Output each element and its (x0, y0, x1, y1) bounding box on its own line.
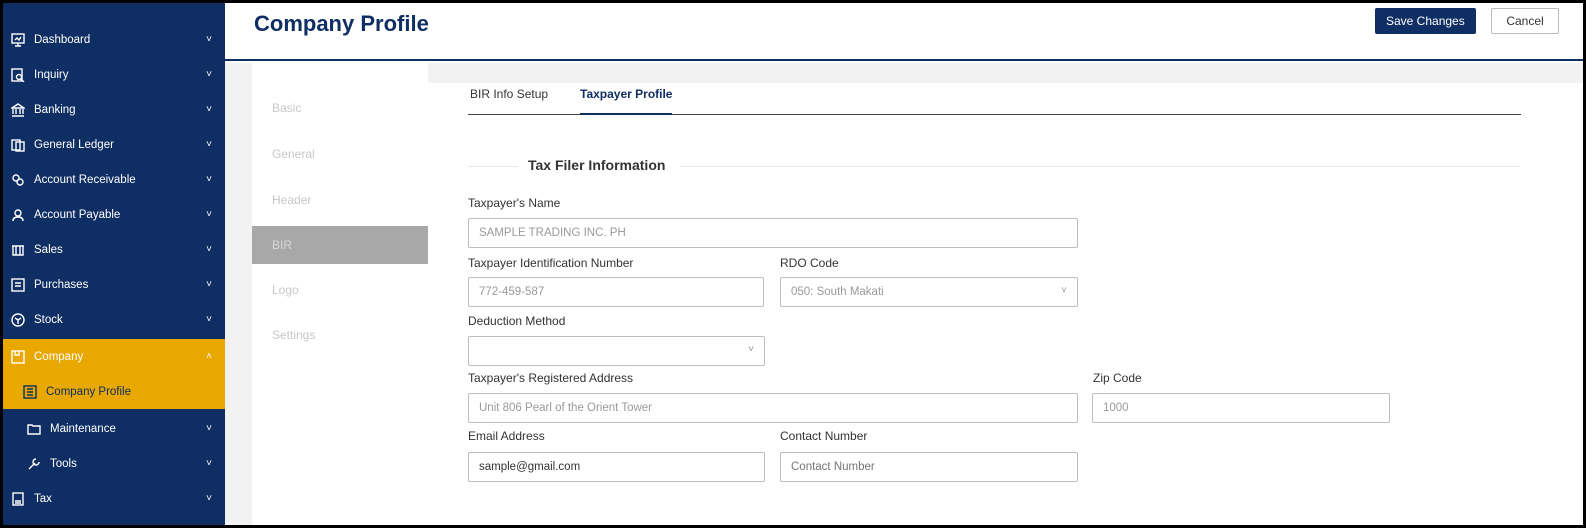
page-header: Company Profile Save Changes Cancel (225, 3, 1583, 61)
divider (468, 166, 518, 167)
chevron-up-icon: ˄ (206, 351, 212, 362)
rdo-code-label: RDO Code (780, 256, 839, 270)
sidebar-item-stock[interactable]: Stock ˅ (3, 302, 225, 337)
profile-icon (23, 384, 37, 399)
sidebar: Dashboard ˅ Inquiry ˅ Banking ˅ General … (3, 3, 225, 525)
registered-address-label: Taxpayer's Registered Address (468, 371, 634, 385)
folder-icon (27, 422, 41, 436)
chevron-down-icon: ˅ (206, 174, 212, 185)
section-item-logo[interactable]: Logo (252, 271, 428, 309)
inquiry-icon (11, 67, 25, 82)
sidebar-item-account-payable[interactable]: Account Payable ˅ (3, 197, 225, 232)
sidebar-item-tax[interactable]: Tax ˅ (3, 481, 225, 516)
contact-number-input[interactable] (780, 452, 1078, 482)
tab-bir-info-setup[interactable]: BIR Info Setup (470, 87, 548, 115)
chevron-down-icon: ˅ (206, 69, 212, 80)
rdo-code-select[interactable]: 050: South Makati ˅ (780, 277, 1078, 307)
section-item-basic[interactable]: Basic (252, 89, 428, 127)
sidebar-item-label: Tax (34, 492, 52, 505)
tab-bar: BIR Info Setup Taxpayer Profile (468, 83, 1521, 115)
sidebar-item-purchases[interactable]: Purchases ˅ (3, 267, 225, 302)
receivable-icon (11, 173, 25, 187)
dashboard-icon (11, 32, 25, 47)
chevron-down-icon: ˅ (206, 139, 212, 150)
app-window: Dashboard ˅ Inquiry ˅ Banking ˅ General … (3, 3, 1583, 525)
taxpayer-name-label: Taxpayer's Name (468, 196, 561, 210)
chevron-down-icon: ˅ (206, 423, 212, 434)
section-item-settings[interactable]: Settings (252, 316, 428, 354)
registered-address-input[interactable] (468, 393, 1078, 423)
cancel-button[interactable]: Cancel (1491, 8, 1559, 34)
section-item-bir[interactable]: BIR (252, 226, 428, 264)
email-input[interactable] (468, 452, 765, 482)
sidebar-item-label: Account Receivable (34, 173, 136, 186)
stock-icon (11, 312, 25, 327)
chevron-down-icon: ˅ (206, 493, 212, 504)
save-changes-button[interactable]: Save Changes (1375, 8, 1476, 34)
divider (680, 166, 1520, 167)
zip-code-input[interactable] (1092, 393, 1390, 423)
sidebar-item-dashboard[interactable]: Dashboard ˅ (3, 22, 225, 57)
sidebar-item-company-profile[interactable]: Company Profile (3, 374, 225, 409)
main-content: BIR Info Setup Taxpayer Profile Tax File… (428, 83, 1583, 525)
section-item-header[interactable]: Header (252, 181, 428, 219)
tin-input[interactable] (468, 277, 764, 307)
sidebar-item-label: Banking (34, 103, 76, 116)
company-icon (11, 349, 25, 364)
contact-number-label: Contact Number (780, 429, 868, 443)
sidebar-item-label: Inquiry (34, 68, 69, 81)
sales-icon (11, 243, 25, 257)
sidebar-item-tools[interactable]: Tools ˅ (3, 446, 225, 481)
section-title: Tax Filer Information (528, 157, 666, 173)
tax-icon (11, 491, 25, 506)
tab-taxpayer-profile[interactable]: Taxpayer Profile (580, 87, 673, 115)
payable-icon (11, 208, 25, 222)
sidebar-item-inquiry[interactable]: Inquiry ˅ (3, 57, 225, 92)
deduction-method-label: Deduction Method (468, 314, 566, 328)
sidebar-item-label: General Ledger (34, 138, 114, 151)
sidebar-item-label: Sales (34, 243, 63, 256)
page-title: Company Profile (254, 11, 429, 36)
chevron-down-icon: ˅ (206, 244, 212, 255)
purchases-icon (11, 277, 25, 292)
sidebar-item-label: Account Payable (34, 208, 121, 221)
sidebar-item-account-receivable[interactable]: Account Receivable ˅ (3, 162, 225, 197)
zip-code-label: Zip Code (1093, 371, 1142, 385)
chevron-down-icon: ˅ (206, 104, 212, 115)
sidebar-item-label: Maintenance (50, 422, 116, 435)
sidebar-item-label: Dashboard (34, 33, 91, 46)
chevron-down-icon: ˅ (748, 344, 754, 355)
sidebar-item-label: Company Profile (46, 385, 132, 398)
chevron-down-icon: ˅ (206, 209, 212, 220)
deduction-method-select[interactable]: ˅ (468, 336, 765, 366)
taxpayer-name-input[interactable] (468, 218, 1078, 248)
sidebar-item-label: Stock (34, 313, 63, 326)
chevron-down-icon: ˅ (206, 314, 212, 325)
bank-icon (11, 102, 25, 117)
tin-label: Taxpayer Identification Number (468, 256, 634, 270)
chevron-down-icon: ˅ (206, 458, 212, 469)
sidebar-item-banking[interactable]: Banking ˅ (3, 92, 225, 127)
chevron-down-icon: ˅ (206, 34, 212, 45)
sidebar-item-label: Company (34, 350, 84, 363)
sidebar-item-company[interactable]: Company ˄ (3, 339, 225, 374)
chevron-down-icon: ˅ (1061, 285, 1067, 296)
email-label: Email Address (468, 429, 545, 443)
wrench-icon (27, 457, 41, 471)
rdo-code-value: 050: South Makati (791, 286, 884, 298)
sidebar-item-general-ledger[interactable]: General Ledger ˅ (3, 127, 225, 162)
sidebar-item-sales[interactable]: Sales ˅ (3, 232, 225, 267)
sidebar-item-label: Purchases (34, 278, 89, 291)
section-menu: Basic General Header BIR Logo Settings (252, 63, 428, 525)
ledger-icon (11, 138, 25, 152)
sidebar-item-label: Tools (50, 457, 77, 470)
section-item-general[interactable]: General (252, 135, 428, 173)
sidebar-item-maintenance[interactable]: Maintenance ˅ (3, 411, 225, 446)
chevron-down-icon: ˅ (206, 279, 212, 290)
